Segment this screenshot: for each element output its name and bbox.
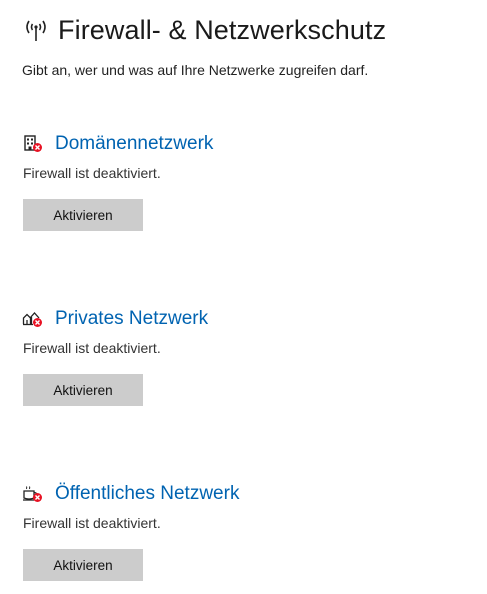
private-network-activate-button[interactable]: Aktivieren [23, 374, 143, 406]
domain-network-section: Domänennetzwerk Firewall ist deaktiviert… [22, 132, 462, 231]
firewall-network-protection-page: Firewall- & Netzwerkschutz Gibt an, wer … [0, 0, 487, 594]
private-network-link[interactable]: Privates Netzwerk [55, 308, 208, 330]
public-network-header: Öffentliches Netzwerk [22, 482, 462, 506]
domain-network-header: Domänennetzwerk [22, 132, 462, 156]
domain-network-status: Firewall ist deaktiviert. [23, 165, 161, 181]
wireless-antenna-icon [22, 13, 50, 47]
private-network-status: Firewall ist deaktiviert. [23, 340, 161, 356]
public-network-warning-icon [22, 484, 44, 504]
page-header: Firewall- & Netzwerkschutz [22, 12, 386, 48]
private-network-section: Privates Netzwerk Firewall ist deaktivie… [22, 307, 462, 406]
public-network-activate-button[interactable]: Aktivieren [23, 549, 143, 581]
private-network-warning-icon [22, 309, 44, 329]
domain-network-link[interactable]: Domänennetzwerk [55, 133, 213, 155]
domain-network-activate-button[interactable]: Aktivieren [23, 199, 143, 231]
page-subtitle: Gibt an, wer und was auf Ihre Netzwerke … [22, 62, 369, 78]
domain-network-warning-icon [22, 134, 44, 154]
public-network-link[interactable]: Öffentliches Netzwerk [55, 483, 239, 505]
private-network-header: Privates Netzwerk [22, 307, 462, 331]
public-network-section: Öffentliches Netzwerk Firewall ist deakt… [22, 482, 462, 581]
public-network-status: Firewall ist deaktiviert. [23, 515, 161, 531]
page-title: Firewall- & Netzwerkschutz [58, 15, 387, 45]
